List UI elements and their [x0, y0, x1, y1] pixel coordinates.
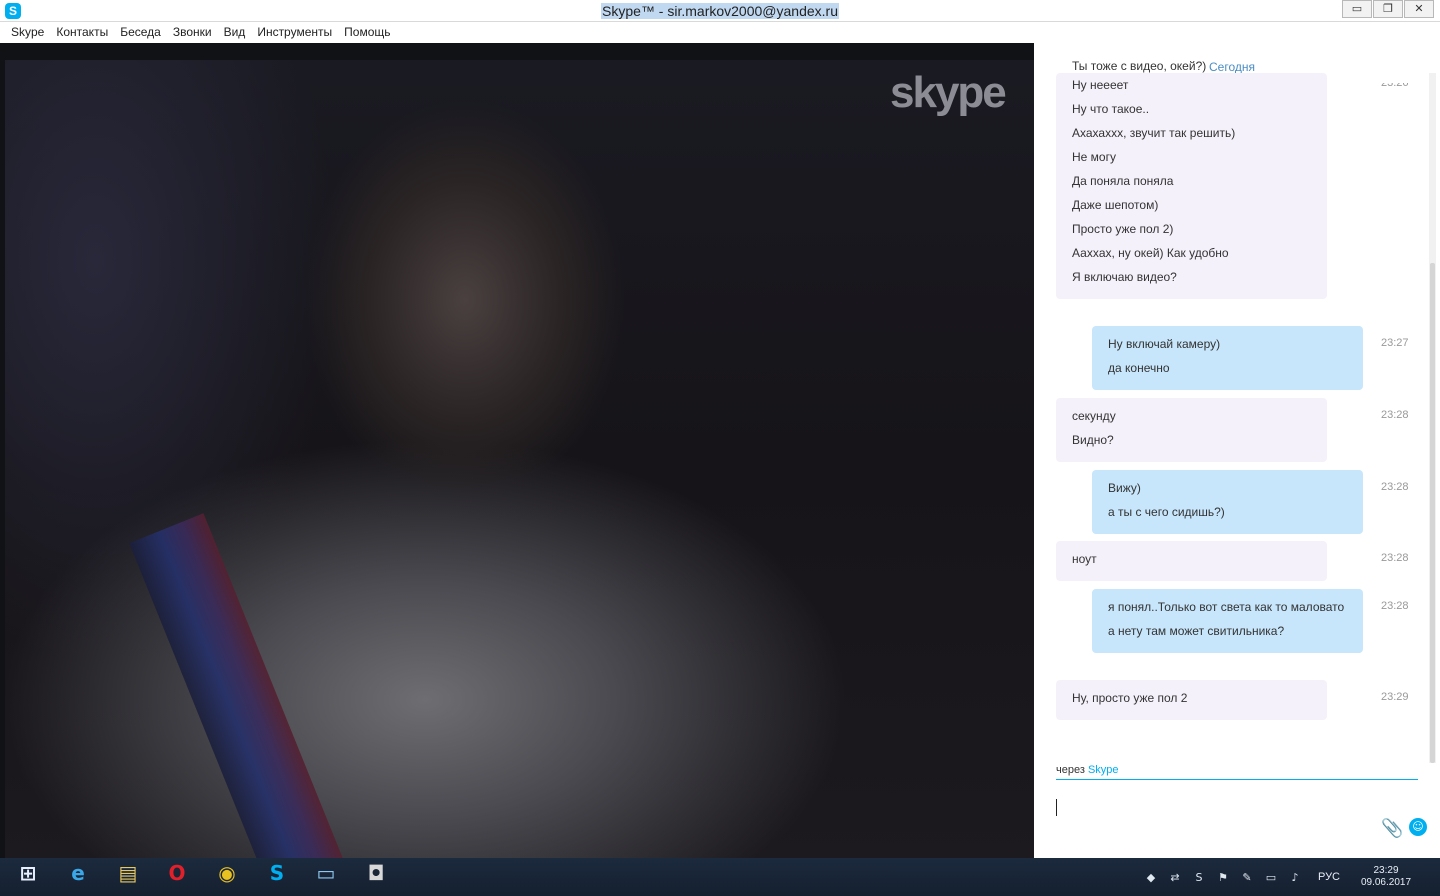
- title-bar: S Skype™ - sir.markov2000@yandex.ru ▭ ❐ …: [0, 0, 1440, 22]
- window-controls: ▭ ❐ ✕: [1341, 0, 1434, 18]
- chrome-icon[interactable]: ◉: [207, 861, 247, 893]
- chat-panel: Сегодня Ты тоже с видео, окей?) Ну неееет…: [1034, 43, 1440, 858]
- tray-skype-icon[interactable]: S: [1192, 871, 1206, 884]
- menu-skype[interactable]: Skype: [5, 22, 50, 43]
- webcam-icon[interactable]: ◘: [356, 861, 396, 893]
- close-button[interactable]: ✕: [1404, 0, 1434, 18]
- menu-help[interactable]: Помощь: [338, 22, 396, 43]
- message-timestamp: 23:27: [1381, 337, 1409, 349]
- opera-icon[interactable]: O: [157, 861, 197, 893]
- windows-taskbar: ⊞ e ▤ O ◉ S ▭ ◘ ◆ ⇄ S ⚑ ✎ ▭ ♪ РУС 23:29 …: [0, 858, 1440, 896]
- via-skype-label: через Skype: [1056, 764, 1119, 776]
- folder-icon[interactable]: ▤: [108, 861, 148, 893]
- incoming-message: секунду Видно?: [1056, 398, 1327, 462]
- clock-date: 09.06.2017: [1360, 877, 1412, 888]
- tray-shield-icon[interactable]: ◆: [1144, 871, 1158, 884]
- tray-monitor-icon[interactable]: ▭: [1264, 871, 1278, 884]
- message-line: Ты тоже с видео, окей?): [1072, 59, 1207, 73]
- message-line: а ты с чего сидишь?): [1108, 505, 1225, 519]
- menu-bar: Skype Контакты Беседа Звонки Вид Инструм…: [0, 22, 1440, 43]
- video-call-area[interactable]: skype: [0, 43, 1034, 858]
- message-line: секунду: [1072, 409, 1116, 423]
- via-skype-link[interactable]: Skype: [1088, 764, 1119, 776]
- message-line: да конечно: [1108, 361, 1170, 375]
- system-tray: ◆ ⇄ S ⚑ ✎ ▭ ♪ РУС 23:29 09.06.2017: [1144, 858, 1416, 896]
- menu-calls[interactable]: Звонки: [167, 22, 218, 43]
- outgoing-message: я понял..Только вот света как то маловат…: [1092, 589, 1363, 653]
- text-cursor: [1056, 799, 1057, 816]
- taskbar-clock[interactable]: 23:29 09.06.2017: [1356, 865, 1416, 889]
- message-input[interactable]: 📎 ☺: [1056, 793, 1427, 843]
- via-prefix: через: [1056, 764, 1085, 776]
- language-indicator[interactable]: РУС: [1318, 871, 1340, 883]
- window-title: Skype™ - sir.markov2000@yandex.ru: [0, 3, 1440, 19]
- message-line: Ну включай камеру): [1108, 337, 1221, 351]
- minimize-button[interactable]: ▭: [1342, 0, 1372, 18]
- internet-explorer-icon[interactable]: e: [58, 861, 98, 893]
- message-timestamp: 23:28: [1381, 552, 1409, 564]
- skype-icon[interactable]: S: [257, 861, 297, 893]
- message-line: Аахxах, ну окей) Как удобно: [1072, 246, 1229, 260]
- maximize-button[interactable]: ❐: [1373, 0, 1403, 18]
- message-timestamp: 23:28: [1381, 409, 1409, 421]
- message-line: а нету там может свитильника?: [1108, 624, 1285, 638]
- message-line: Да поняла поняла: [1072, 174, 1174, 188]
- message-line: Вижу): [1108, 481, 1141, 495]
- message-line: Даже шепотом): [1072, 198, 1159, 212]
- message-line: ноут: [1072, 552, 1097, 566]
- message-line: Видно?: [1072, 433, 1114, 447]
- input-divider: [1056, 779, 1418, 780]
- paperclip-icon[interactable]: 📎: [1381, 818, 1403, 839]
- outgoing-message: Вижу) а ты с чего сидишь?): [1092, 470, 1363, 534]
- message-timestamp: 23:29: [1381, 691, 1409, 703]
- incoming-message: Ну, просто уже пол 2: [1056, 680, 1327, 720]
- message-line: Просто уже пол 2): [1072, 222, 1174, 236]
- message-line: Не могу: [1072, 150, 1116, 164]
- message-timestamp: 23:28: [1381, 600, 1409, 612]
- monitor-icon[interactable]: ▭: [306, 861, 346, 893]
- message-line: Ну, просто уже пол 2: [1072, 691, 1188, 705]
- menu-tools[interactable]: Инструменты: [251, 22, 338, 43]
- tray-volume-icon[interactable]: ♪: [1288, 871, 1302, 884]
- message-timestamp: 23:28: [1381, 481, 1409, 493]
- message-line: Ахахахxx, звучит так решить): [1072, 126, 1236, 140]
- tray-flag-icon[interactable]: ⚑: [1216, 871, 1230, 884]
- message-timestamp: 23:26: [1381, 83, 1409, 89]
- message-line: Ну неееет: [1072, 78, 1129, 92]
- remote-video-frame: [5, 60, 1034, 858]
- chat-scrollbar[interactable]: [1429, 73, 1436, 763]
- message-line: Ну что такое..: [1072, 102, 1150, 116]
- incoming-message: Ты тоже с видео, окей?) Ну неееет Ну что т…: [1056, 59, 1327, 299]
- smiley-icon[interactable]: ☺: [1409, 818, 1427, 836]
- menu-conversation[interactable]: Беседа: [114, 22, 167, 43]
- message-line: Я включаю видео?: [1072, 270, 1177, 284]
- tray-network-icon[interactable]: ⇄: [1168, 871, 1182, 884]
- incoming-message: ноут: [1056, 541, 1327, 581]
- scrollbar-thumb[interactable]: [1430, 263, 1435, 763]
- menu-contacts[interactable]: Контакты: [50, 22, 114, 43]
- skype-watermark-logo: skype: [890, 68, 1007, 117]
- message-line: я понял..Только вот света как то маловат…: [1108, 600, 1345, 614]
- windows-logo-icon[interactable]: ⊞: [8, 861, 48, 893]
- window-title-text: Skype™ - sir.markov2000@yandex.ru: [601, 3, 839, 19]
- tray-tools-icon[interactable]: ✎: [1240, 871, 1254, 884]
- clock-time: 23:29: [1373, 865, 1399, 876]
- outgoing-message: Ну включай камеру) да конечно: [1092, 326, 1363, 390]
- menu-view[interactable]: Вид: [218, 22, 252, 43]
